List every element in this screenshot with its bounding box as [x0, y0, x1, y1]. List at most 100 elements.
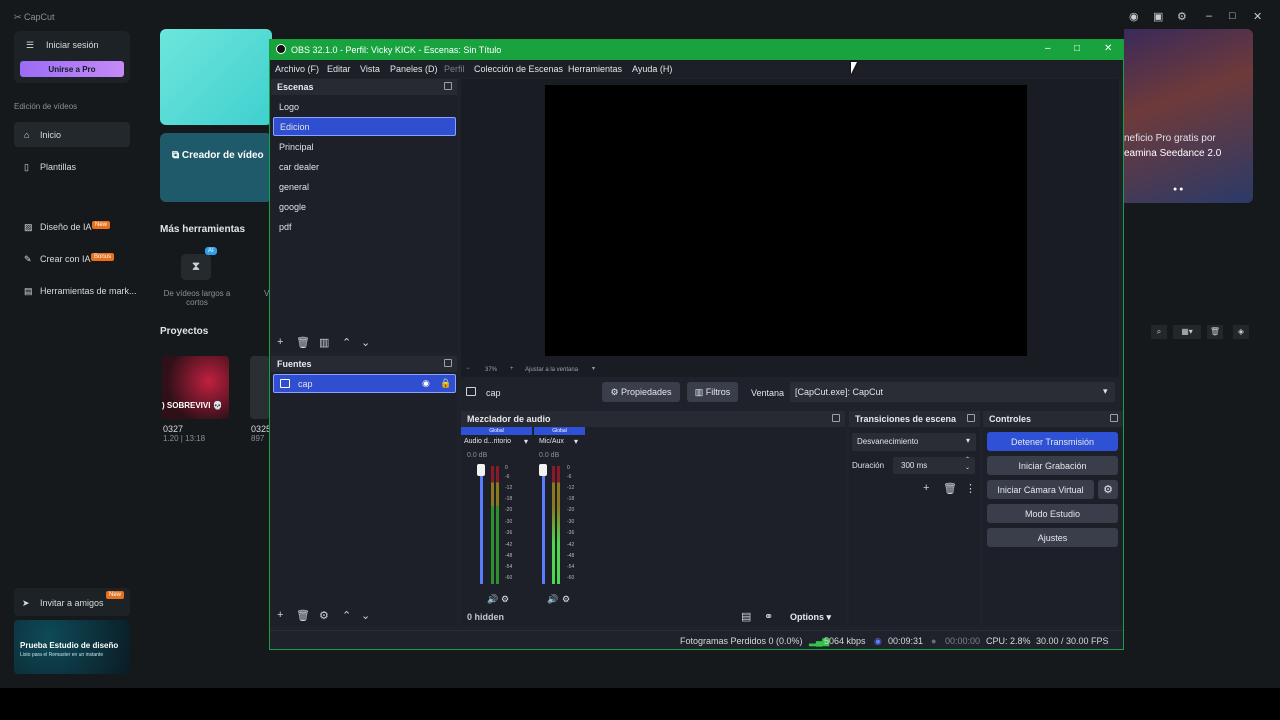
- stepper-down-icon[interactable]: ⌄: [965, 464, 970, 471]
- window-select[interactable]: [CapCut.exe]: CapCut ▾: [790, 382, 1115, 402]
- project-thumbnail[interactable]: ) SOBREVIVI 💀: [162, 356, 229, 419]
- close-icon[interactable]: ✕: [1253, 10, 1262, 23]
- preview-canvas[interactable]: [545, 85, 1027, 356]
- menu-perfil[interactable]: Perfil: [444, 64, 465, 74]
- scene-item[interactable]: pdf: [273, 218, 456, 237]
- lock-icon[interactable]: 🔒: [440, 378, 451, 389]
- trash-icon[interactable]: 🗑: [1207, 325, 1223, 339]
- cloud-icon[interactable]: ◈: [1233, 325, 1249, 339]
- filters-button[interactable]: ▥ Filtros: [687, 382, 738, 402]
- trash-icon[interactable]: 🗑: [296, 609, 310, 622]
- preview-area[interactable]: [461, 79, 1119, 365]
- scene-item[interactable]: Principal: [273, 138, 456, 157]
- promo-banner[interactable]: neficio Pro gratis por eamina Seedance 2…: [1124, 29, 1253, 203]
- grid-view-icon[interactable]: ▦▾: [1173, 325, 1201, 339]
- nav-home-item[interactable]: [14, 122, 130, 147]
- more-icon[interactable]: ⋮: [965, 482, 976, 495]
- dock-float-icon[interactable]: [832, 414, 840, 422]
- chevron-down-icon[interactable]: ▾: [574, 437, 578, 446]
- settings-icon[interactable]: ⚙: [1177, 10, 1187, 23]
- projects-title: Proyectos: [160, 326, 209, 337]
- close-icon[interactable]: ✕: [1104, 43, 1112, 54]
- nav-create-ai[interactable]: Crear con IA: [40, 254, 91, 264]
- chevron-up-icon[interactable]: ⌃: [342, 336, 351, 349]
- maximize-icon[interactable]: □: [1229, 10, 1236, 22]
- video-creator-card[interactable]: [160, 133, 272, 202]
- join-pro-button[interactable]: Unirse a Pro: [20, 61, 124, 77]
- obs-titlebar[interactable]: OBS 32.1.0 - Perfil: Vicky KICK - Escena…: [270, 40, 1123, 60]
- trash-icon[interactable]: 🗑: [296, 336, 310, 349]
- add-icon[interactable]: +: [923, 482, 929, 494]
- nav-marketing[interactable]: Herramientas de mark...: [40, 286, 137, 296]
- scene-item[interactable]: general: [273, 178, 456, 197]
- dock-float-icon[interactable]: [444, 359, 452, 367]
- volume-slider-track[interactable]: [480, 466, 483, 584]
- zoom-in-icon[interactable]: +: [510, 366, 514, 372]
- chevron-down-icon[interactable]: ▾: [524, 437, 528, 446]
- carousel-dots[interactable]: ● ●: [1173, 186, 1183, 193]
- zoom-out-icon[interactable]: −: [466, 366, 470, 372]
- search-icon[interactable]: ⌕: [1151, 325, 1167, 339]
- volume-slider-handle[interactable]: [477, 464, 485, 476]
- chevron-down-icon[interactable]: ⌄: [361, 609, 370, 622]
- gear-icon[interactable]: ⚙: [1098, 480, 1118, 499]
- volume-slider-handle[interactable]: [539, 464, 547, 476]
- scene-item-selected[interactable]: Edicion: [273, 117, 456, 136]
- menu-herramientas[interactable]: Herramientas: [568, 64, 622, 74]
- menu-vista[interactable]: Vista: [360, 64, 380, 74]
- long-to-short-icon[interactable]: ⧗: [181, 254, 211, 280]
- gear-icon[interactable]: ⚙: [562, 594, 570, 605]
- gear-icon[interactable]: ⚙: [501, 594, 509, 605]
- minimize-icon[interactable]: –: [1206, 10, 1212, 22]
- scene-item[interactable]: google: [273, 198, 456, 217]
- stop-stream-button[interactable]: Detener Transmisión: [987, 432, 1118, 451]
- chat-icon[interactable]: ▣: [1153, 10, 1163, 23]
- studio-mode-button[interactable]: Modo Estudio: [987, 504, 1118, 523]
- speaker-icon[interactable]: 🔊: [547, 594, 558, 605]
- link-icon[interactable]: ⚭: [764, 610, 773, 623]
- menu-paneles[interactable]: Paneles (D): [390, 64, 438, 74]
- virtual-camera-button[interactable]: Iniciar Cámara Virtual: [987, 480, 1094, 499]
- menu-archivo[interactable]: Archivo (F): [275, 64, 319, 74]
- filter-icon[interactable]: ▥: [319, 336, 329, 349]
- eye-icon[interactable]: ◉: [422, 378, 430, 389]
- settings-button[interactable]: Ajustes: [987, 528, 1118, 547]
- trash-icon[interactable]: 🗑: [943, 482, 957, 495]
- fit-window-dropdown[interactable]: Ajustar a la ventana: [525, 367, 578, 373]
- add-icon[interactable]: +: [277, 336, 283, 348]
- menu-ayuda[interactable]: Ayuda (H): [632, 64, 672, 74]
- transition-select[interactable]: Desvanecimiento ▾: [852, 433, 976, 451]
- dock-float-icon[interactable]: [444, 82, 452, 90]
- scene-item[interactable]: Logo: [273, 98, 456, 117]
- start-recording-button[interactable]: Iniciar Grabación: [987, 456, 1118, 475]
- add-icon[interactable]: +: [277, 609, 283, 621]
- login-link[interactable]: Iniciar sesión: [46, 40, 99, 50]
- layout-icon[interactable]: ▤: [741, 610, 751, 623]
- duration-input[interactable]: 300 ms ⌃ ⌄: [893, 457, 975, 474]
- bitrate: 5064 kbps: [824, 636, 866, 646]
- properties-button[interactable]: ⚙ Propiedades: [602, 382, 680, 402]
- home-icon: ⌂: [24, 130, 30, 140]
- gear-icon[interactable]: ⚙: [319, 609, 329, 622]
- speaker-icon[interactable]: 🔊: [487, 594, 498, 605]
- dock-float-icon[interactable]: [967, 414, 975, 422]
- stepper-up-icon[interactable]: ⌃: [965, 456, 970, 463]
- options-dropdown[interactable]: Options ▾: [790, 612, 831, 623]
- gift-icon[interactable]: ◉: [1129, 10, 1139, 23]
- minimize-icon[interactable]: –: [1045, 43, 1051, 54]
- project-thumbnail-2[interactable]: [250, 356, 270, 419]
- menu-editar[interactable]: Editar: [327, 64, 351, 74]
- maximize-icon[interactable]: □: [1074, 43, 1080, 54]
- volume-slider-track[interactable]: [542, 466, 545, 584]
- dock-float-icon[interactable]: [1110, 414, 1118, 422]
- chevron-down-icon[interactable]: ⌄: [361, 336, 370, 349]
- menu-coleccion[interactable]: Colección de Escenas: [474, 64, 563, 74]
- chevron-up-icon[interactable]: ⌃: [342, 609, 351, 622]
- nav-ai-design[interactable]: Diseño de IA: [40, 222, 92, 232]
- nav-templates[interactable]: Plantillas: [40, 162, 76, 172]
- sources-list: cap ◉ 🔒: [271, 372, 457, 608]
- hero-card[interactable]: [160, 29, 272, 125]
- source-item[interactable]: cap ◉ 🔒: [273, 374, 456, 393]
- chevron-down-icon[interactable]: ▾: [592, 365, 595, 372]
- scene-item[interactable]: car dealer: [273, 158, 456, 177]
